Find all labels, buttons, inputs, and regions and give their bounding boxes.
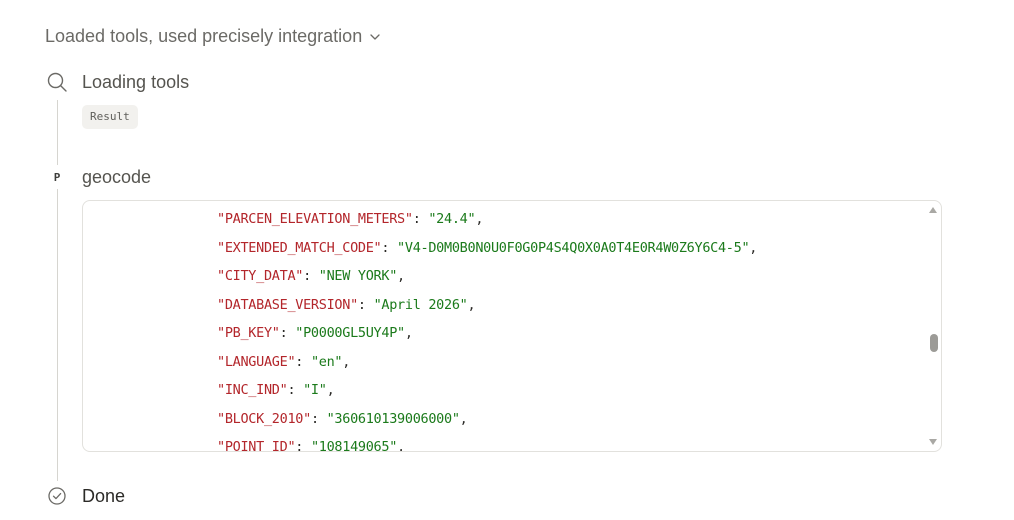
json-value: "24.4" <box>428 211 476 227</box>
geocode-output-code-block[interactable]: "PARCEN_ELEVATION_METERS": "24.4", "EXTEN… <box>82 200 942 452</box>
json-comma: , <box>475 211 484 227</box>
code-line: "INC_IND": "I", <box>217 376 757 405</box>
json-separator: : <box>279 325 296 341</box>
json-separator: : <box>381 239 398 256</box>
json-value: "P0000GL5UY4P" <box>295 325 405 341</box>
code-lines: "PARCEN_ELEVATION_METERS": "24.4", "EXTEN… <box>217 205 757 452</box>
step-done: Done <box>45 484 125 508</box>
code-line: "PB_KEY": "P0000GL5UY4P", <box>217 319 757 348</box>
code-line: "BLOCK_2010": "360610139006000", <box>217 405 757 434</box>
json-key: "LANGUAGE" <box>217 353 296 370</box>
json-comma: , <box>749 239 758 256</box>
scrollbar-thumb[interactable] <box>930 334 938 352</box>
code-line: "PARCEN_ELEVATION_METERS": "24.4", <box>217 205 757 234</box>
step-done-label: Done <box>82 485 126 506</box>
json-comma: , <box>467 296 476 313</box>
json-separator: : <box>357 296 374 313</box>
timeline-connector <box>57 100 58 481</box>
json-value: "V4-D0M0B0N0U0F0G0P4S4Q0X0A0T4E0R4W0Z6Y6… <box>397 239 750 256</box>
json-comma: , <box>397 439 405 452</box>
chevron-down-icon <box>370 33 380 40</box>
check-circle-icon <box>45 484 69 508</box>
json-comma: , <box>397 268 405 284</box>
json-key: "PARCEN_ELEVATION_METERS" <box>217 211 413 227</box>
json-separator: : <box>412 211 429 227</box>
code-line: "LANGUAGE": "en", <box>217 348 757 377</box>
json-key: "INC_IND" <box>217 382 288 398</box>
scroll-up-arrow-icon[interactable] <box>929 207 937 213</box>
tool-usage-summary-title: Loaded tools, used precisely integration <box>45 26 363 46</box>
json-value: "NEW YORK" <box>318 268 398 284</box>
json-separator: : <box>295 439 311 452</box>
tool-usage-summary-toggle[interactable]: Loaded tools, used precisely integration <box>45 26 382 47</box>
step-geocode: P geocode <box>45 165 151 189</box>
json-key: "DATABASE_VERSION" <box>217 296 358 313</box>
json-comma: , <box>459 410 468 427</box>
tool-p-icon: P <box>45 165 69 189</box>
json-value: "108149065" <box>310 439 398 452</box>
json-separator: : <box>303 268 319 284</box>
json-comma: , <box>342 353 351 370</box>
json-value: "April 2026" <box>373 296 468 313</box>
tool-badge: P <box>53 170 61 184</box>
json-value: "360610139006000" <box>326 410 460 427</box>
step-loading-label: Loading tools <box>82 71 190 92</box>
json-separator: : <box>310 410 327 427</box>
json-value: "en" <box>310 353 343 370</box>
step-loading-tools: Loading tools <box>45 70 189 94</box>
json-key: "EXTENDED_MATCH_CODE" <box>217 239 382 256</box>
json-key: "PB_KEY" <box>217 325 280 341</box>
code-line: "DATABASE_VERSION": "April 2026", <box>217 291 757 320</box>
json-comma: , <box>326 382 335 398</box>
json-key: "POINT_ID" <box>217 439 296 452</box>
step-geocode-label: geocode <box>82 166 152 187</box>
code-line: "POINT_ID": "108149065", <box>217 433 757 452</box>
result-button[interactable]: Result <box>82 105 138 129</box>
json-key: "CITY_DATA" <box>217 268 304 284</box>
search-icon <box>45 70 69 94</box>
code-line: "CITY_DATA": "NEW YORK", <box>217 262 757 291</box>
json-separator: : <box>287 382 304 398</box>
json-key: "BLOCK_2010" <box>217 410 311 427</box>
json-comma: , <box>404 325 413 341</box>
json-value: "I" <box>303 382 327 398</box>
scroll-down-arrow-icon[interactable] <box>929 439 937 445</box>
json-separator: : <box>295 353 311 370</box>
code-line: "EXTENDED_MATCH_CODE": "V4-D0M0B0N0U0F0G… <box>217 234 757 263</box>
